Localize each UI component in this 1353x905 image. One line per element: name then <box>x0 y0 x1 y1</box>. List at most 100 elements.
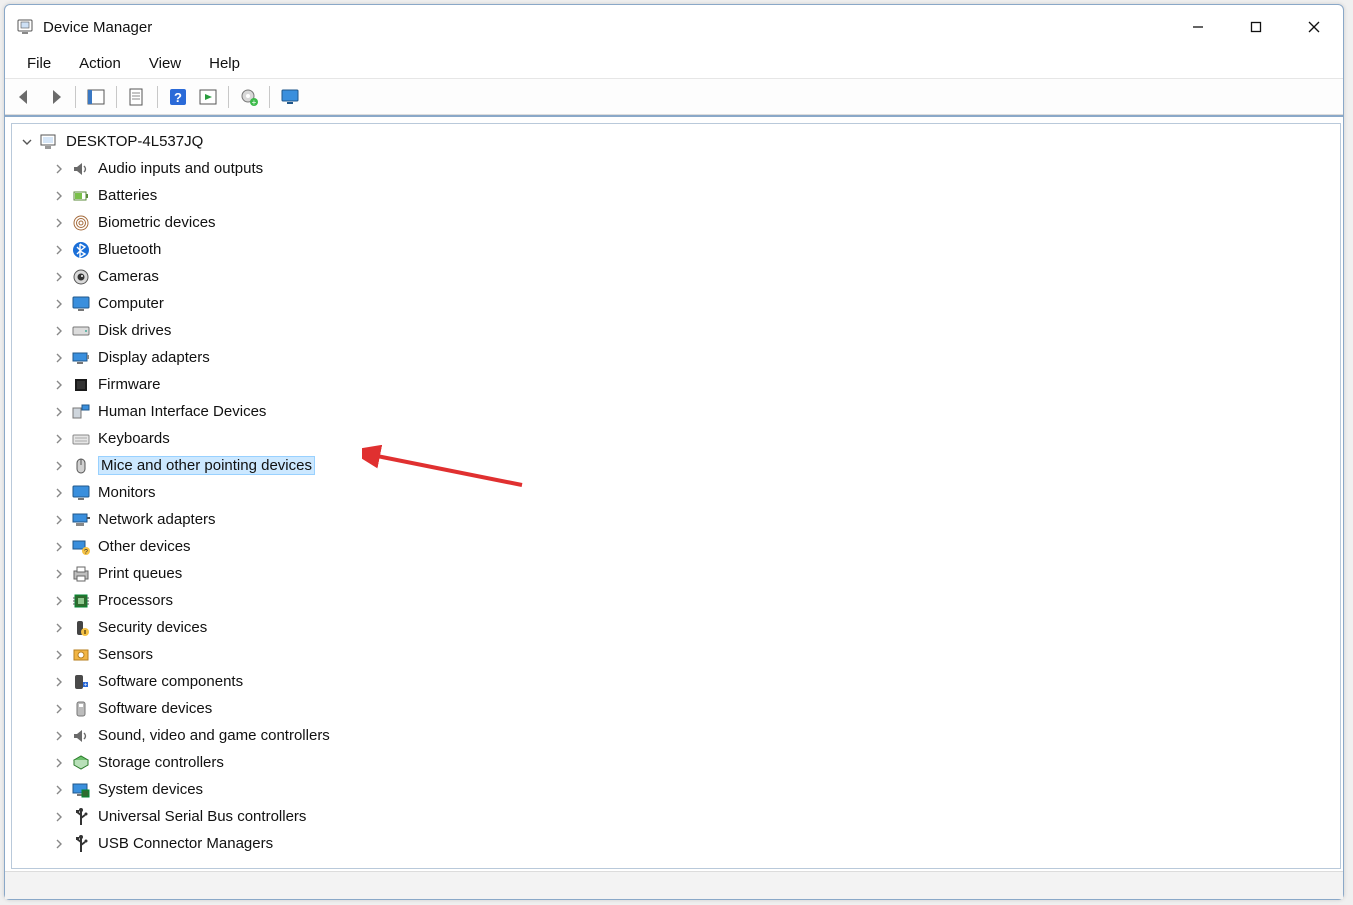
expand-icon[interactable] <box>20 135 34 149</box>
chevron-right-icon[interactable] <box>52 378 66 392</box>
chevron-right-icon[interactable] <box>52 405 66 419</box>
svg-text:?: ? <box>84 549 88 556</box>
chevron-right-icon[interactable] <box>52 324 66 338</box>
category-label: Keyboards <box>98 430 170 447</box>
chevron-right-icon[interactable] <box>52 486 66 500</box>
category-system-devices[interactable]: System devices <box>52 776 1340 803</box>
category-other-devices[interactable]: ? Other devices <box>52 533 1340 560</box>
security-icon <box>70 617 92 639</box>
category-computer[interactable]: Computer <box>52 290 1340 317</box>
sensor-icon <box>70 644 92 666</box>
chevron-right-icon[interactable] <box>52 189 66 203</box>
category-security-devices[interactable]: Security devices <box>52 614 1340 641</box>
device-tree[interactable]: DESKTOP-4L537JQ Audio inputs and outputs B… <box>11 123 1341 869</box>
statusbar <box>5 871 1343 899</box>
category-usb-connector-managers[interactable]: USB Connector Managers <box>52 830 1340 857</box>
category-cameras[interactable]: Cameras <box>52 263 1340 290</box>
category-label: Software devices <box>98 700 212 717</box>
category-label: Computer <box>98 295 164 312</box>
category-keyboards[interactable]: Keyboards <box>52 425 1340 452</box>
chip-black-icon <box>70 374 92 396</box>
toolbar: ?+ <box>5 79 1343 115</box>
category-audio-inputs-and-outputs[interactable]: Audio inputs and outputs <box>52 155 1340 182</box>
usb-icon <box>70 806 92 828</box>
toolbar-scan-hardware[interactable] <box>276 83 304 111</box>
toolbar-separator <box>228 86 229 108</box>
menu-action[interactable]: Action <box>65 51 135 76</box>
close-button[interactable] <box>1285 5 1343 49</box>
category-bluetooth[interactable]: Bluetooth <box>52 236 1340 263</box>
category-label: Display adapters <box>98 349 210 366</box>
computer-root-icon <box>38 131 60 153</box>
menu-help[interactable]: Help <box>195 51 254 76</box>
category-network-adapters[interactable]: Network adapters <box>52 506 1340 533</box>
chevron-right-icon[interactable] <box>52 756 66 770</box>
category-software-devices[interactable]: Software devices <box>52 695 1340 722</box>
category-human-interface-devices[interactable]: Human Interface Devices <box>52 398 1340 425</box>
category-biometric-devices[interactable]: Biometric devices <box>52 209 1340 236</box>
chevron-right-icon[interactable] <box>52 837 66 851</box>
fingerprint-icon <box>70 212 92 234</box>
chevron-right-icon[interactable] <box>52 810 66 824</box>
category-label: Print queues <box>98 565 182 582</box>
tree-root-node[interactable]: DESKTOP-4L537JQ <box>20 128 1340 155</box>
chevron-right-icon[interactable] <box>52 432 66 446</box>
chevron-right-icon[interactable] <box>52 783 66 797</box>
speaker-icon <box>70 725 92 747</box>
category-label: Network adapters <box>98 511 216 528</box>
chevron-right-icon[interactable] <box>52 243 66 257</box>
toolbar-show-hidden[interactable] <box>82 83 110 111</box>
category-mice-and-other-pointing-devices[interactable]: Mice and other pointing devices <box>52 452 1340 479</box>
chevron-right-icon[interactable] <box>52 270 66 284</box>
chevron-right-icon[interactable] <box>52 540 66 554</box>
category-sensors[interactable]: Sensors <box>52 641 1340 668</box>
toolbar-update-driver[interactable] <box>194 83 222 111</box>
category-software-components[interactable]: + Software components <box>52 668 1340 695</box>
category-label: System devices <box>98 781 203 798</box>
chevron-right-icon[interactable] <box>52 513 66 527</box>
chevron-right-icon[interactable] <box>52 162 66 176</box>
chevron-right-icon[interactable] <box>52 675 66 689</box>
category-firmware[interactable]: Firmware <box>52 371 1340 398</box>
chevron-right-icon[interactable] <box>52 459 66 473</box>
chevron-right-icon[interactable] <box>52 567 66 581</box>
category-universal-serial-bus-controllers[interactable]: Universal Serial Bus controllers <box>52 803 1340 830</box>
menu-file[interactable]: File <box>13 51 65 76</box>
category-label: Universal Serial Bus controllers <box>98 808 306 825</box>
chevron-right-icon[interactable] <box>52 297 66 311</box>
category-label: Software components <box>98 673 243 690</box>
chevron-right-icon[interactable] <box>52 621 66 635</box>
maximize-button[interactable] <box>1227 5 1285 49</box>
toolbar-nav-forward[interactable] <box>41 83 69 111</box>
root-label: DESKTOP-4L537JQ <box>66 133 203 150</box>
toolbar-uninstall-device[interactable]: + <box>235 83 263 111</box>
category-processors[interactable]: Processors <box>52 587 1340 614</box>
camera-icon <box>70 266 92 288</box>
category-sound-video-and-game-controllers[interactable]: Sound, video and game controllers <box>52 722 1340 749</box>
menu-view[interactable]: View <box>135 51 195 76</box>
category-print-queues[interactable]: Print queues <box>52 560 1340 587</box>
chevron-right-icon[interactable] <box>52 351 66 365</box>
toolbar-help[interactable]: ? <box>164 83 192 111</box>
toolbar-nav-back[interactable] <box>11 83 39 111</box>
chevron-right-icon[interactable] <box>52 648 66 662</box>
category-label: Other devices <box>98 538 191 555</box>
toolbar-properties[interactable] <box>123 83 151 111</box>
chevron-right-icon[interactable] <box>52 702 66 716</box>
chevron-right-icon[interactable] <box>52 594 66 608</box>
category-batteries[interactable]: Batteries <box>52 182 1340 209</box>
minimize-button[interactable] <box>1169 5 1227 49</box>
chevron-right-icon[interactable] <box>52 216 66 230</box>
category-monitors[interactable]: Monitors <box>52 479 1340 506</box>
category-display-adapters[interactable]: Display adapters <box>52 344 1340 371</box>
svg-text:+: + <box>84 682 88 688</box>
monitor-icon <box>70 293 92 315</box>
titlebar: Device Manager <box>5 5 1343 49</box>
category-label: Batteries <box>98 187 157 204</box>
window-title: Device Manager <box>43 19 152 36</box>
category-label: Disk drives <box>98 322 171 339</box>
category-disk-drives[interactable]: Disk drives <box>52 317 1340 344</box>
category-storage-controllers[interactable]: Storage controllers <box>52 749 1340 776</box>
chevron-right-icon[interactable] <box>52 729 66 743</box>
app-icon <box>15 17 35 37</box>
